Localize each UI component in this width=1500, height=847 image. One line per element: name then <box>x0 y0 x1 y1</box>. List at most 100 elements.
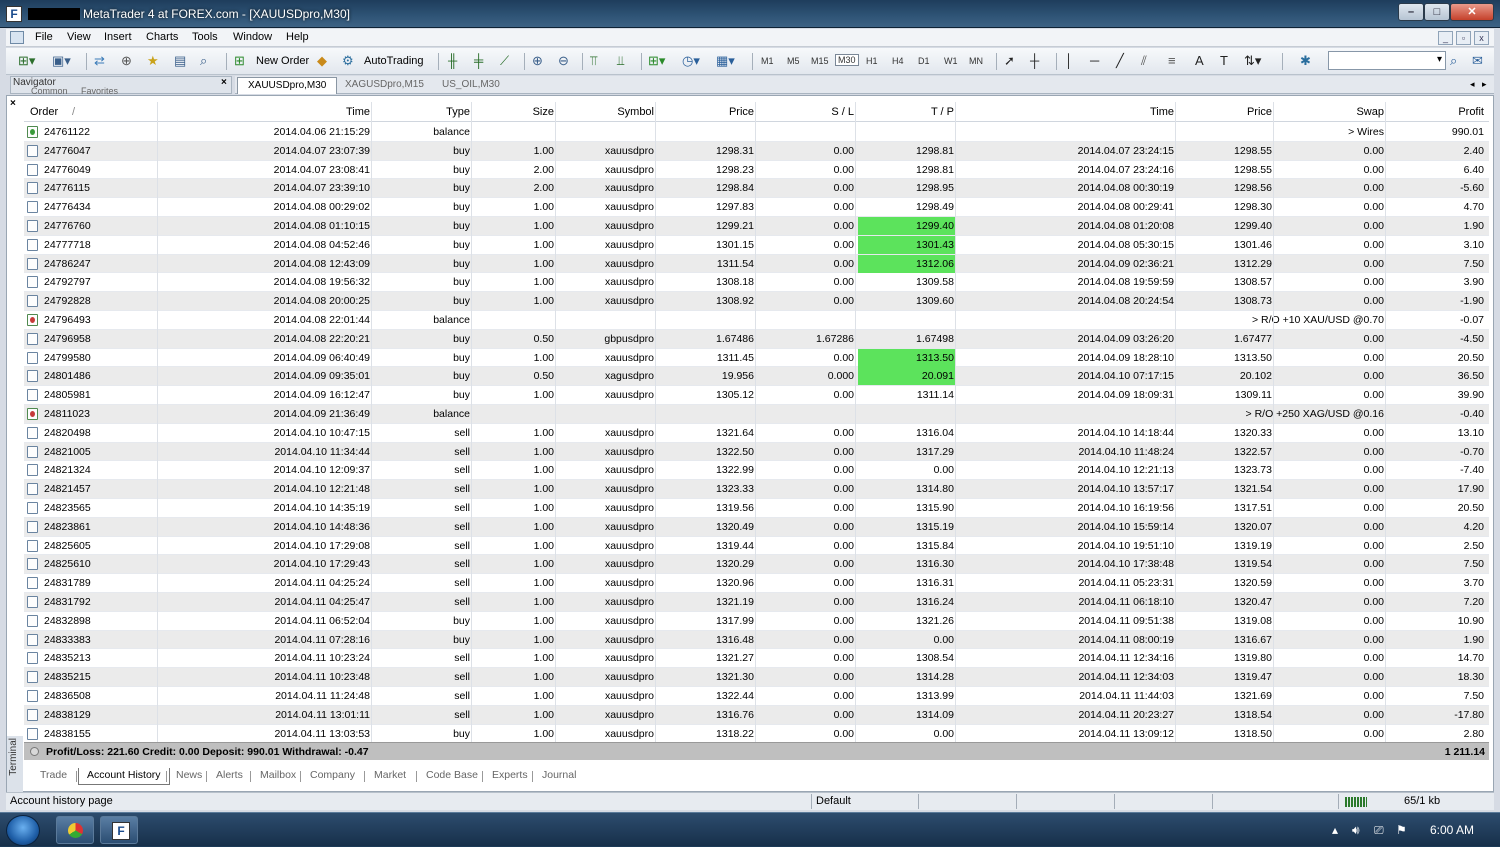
terminal-close-icon[interactable]: × <box>10 98 16 109</box>
minimize-button[interactable]: – <box>1398 3 1424 21</box>
timeframe-h4[interactable]: H4 <box>892 56 904 66</box>
table-row[interactable]: 24801486 2014.04.09 09:35:01 buy 0.50 xagusd… <box>24 367 1489 387</box>
table-row[interactable]: 24832898 2014.04.11 06:52:04 buy 1.00 xauusd… <box>24 612 1489 631</box>
strategy-tester-icon[interactable]: ⌕ <box>200 54 207 68</box>
menu-insert[interactable]: Insert <box>104 31 132 43</box>
menu-window[interactable]: Window <box>233 31 272 43</box>
col-order[interactable]: Order <box>30 106 58 118</box>
table-row[interactable]: 24825605 2014.04.10 17:29:08 sell 1.00 xauus… <box>24 537 1489 556</box>
table-row[interactable]: 24805981 2014.04.09 16:12:47 buy 1.00 xauusd… <box>24 386 1489 405</box>
chart-tab-us-oil-m30[interactable]: US_OIL,M30 <box>432 77 510 94</box>
close-button[interactable]: ✕ <box>1450 3 1494 21</box>
timeframe-m30[interactable]: M30 <box>835 54 859 66</box>
timeframe-m5[interactable]: M5 <box>787 56 800 66</box>
autotrading-button[interactable]: AutoTrading <box>364 55 424 67</box>
indicators-icon[interactable]: ⊞▾ <box>648 54 665 68</box>
col-close-price[interactable]: Price <box>1178 106 1272 118</box>
search-input[interactable]: ▾ <box>1328 51 1446 70</box>
autotrading-icon[interactable]: ⚙ <box>342 54 354 68</box>
market-watch-icon[interactable]: ⇄ <box>94 54 105 68</box>
col-symbol[interactable]: Symbol <box>558 106 654 118</box>
table-row[interactable]: 24838129 2014.04.11 13:01:11 sell 1.00 xauus… <box>24 705 1489 725</box>
chart-shift-icon[interactable]: ⫫ <box>617 54 624 68</box>
horizontal-line-icon[interactable]: ─ <box>1090 54 1099 68</box>
tray-expand-icon[interactable]: ▴ <box>1332 823 1338 837</box>
terminal-tab-experts[interactable]: Experts <box>484 768 536 785</box>
clock[interactable]: 6:00 AM <box>1430 823 1474 837</box>
zoom-in-icon[interactable]: ⊕ <box>532 54 543 68</box>
mdi-minimize-button[interactable]: _ <box>1438 31 1453 45</box>
terminal-tab-mailbox[interactable]: Mailbox <box>252 768 304 785</box>
cursor-icon[interactable]: ➚ <box>1004 54 1015 68</box>
menu-tools[interactable]: Tools <box>192 31 218 43</box>
metatrader-taskbar-icon[interactable] <box>100 816 138 844</box>
table-row[interactable]: 24838155 2014.04.11 13:03:53 buy 1.00 xauusd… <box>24 725 1489 744</box>
table-row[interactable]: 24833383 2014.04.11 07:28:16 buy 1.00 xauusd… <box>24 630 1489 650</box>
table-row[interactable]: 24811023 2014.04.09 21:36:49 balance -0.40 >… <box>24 405 1489 424</box>
table-row[interactable]: 24796493 2014.04.08 22:01:44 balance -0.07 >… <box>24 311 1489 330</box>
title-bar[interactable]: F MetaTrader 4 at FOREX.com - [XAUUSDpro… <box>0 0 1500 28</box>
terminal-tab-account-history[interactable]: Account History <box>78 768 170 785</box>
arrows-icon[interactable]: ⇅▾ <box>1244 54 1261 68</box>
terminal-icon[interactable]: ▤ <box>174 54 186 68</box>
table-row[interactable]: 24821457 2014.04.10 12:21:48 sell 1.00 xauus… <box>24 480 1489 499</box>
table-row[interactable]: 24825610 2014.04.10 17:29:43 sell 1.00 xauus… <box>24 555 1489 575</box>
volume-icon[interactable]: 🔊︎ <box>1352 823 1360 838</box>
table-row[interactable]: 24776434 2014.04.08 00:29:02 buy 1.00 xauusd… <box>24 198 1489 217</box>
chrome-taskbar-icon[interactable] <box>56 816 94 844</box>
menu-view[interactable]: View <box>67 31 91 43</box>
bar-chart-icon[interactable]: ╫ <box>448 54 457 68</box>
equidistant-channel-icon[interactable]: ⫽ <box>1141 54 1147 68</box>
navigator-close-icon[interactable]: × <box>221 77 227 88</box>
navigator-icon[interactable]: ★ <box>147 54 159 68</box>
menu-charts[interactable]: Charts <box>146 31 178 43</box>
table-row[interactable]: 24835215 2014.04.11 10:23:48 sell 1.00 xauus… <box>24 668 1489 687</box>
table-row[interactable]: 24761122 2014.04.06 21:15:29 balance 990.01… <box>24 123 1489 142</box>
terminal-tab-news[interactable]: News <box>168 768 210 785</box>
crosshair-icon[interactable]: ┼ <box>1030 54 1039 68</box>
maximize-button[interactable]: □ <box>1424 3 1450 21</box>
text-label-icon[interactable]: T <box>1220 54 1228 68</box>
table-row[interactable]: 24786247 2014.04.08 12:43:09 buy 1.00 xauusd… <box>24 254 1489 274</box>
table-row[interactable]: 24776115 2014.04.07 23:39:10 buy 2.00 xauusd… <box>24 179 1489 199</box>
action-center-flag-icon[interactable]: ⚑ <box>1396 823 1407 837</box>
scroll-left-icon[interactable]: ◂ <box>1470 79 1475 90</box>
col-price[interactable]: Price <box>658 106 754 118</box>
data-window-icon[interactable]: ⊕ <box>121 54 132 68</box>
table-row[interactable]: 24831789 2014.04.11 04:25:24 sell 1.00 xauus… <box>24 574 1489 593</box>
fibonacci-icon[interactable]: ≡ <box>1168 54 1176 68</box>
new-order-button[interactable]: New Order <box>256 55 309 67</box>
terminal-tab-market[interactable]: Market <box>366 768 414 785</box>
table-row[interactable]: 24792797 2014.04.08 19:56:32 buy 1.00 xauusd… <box>24 273 1489 293</box>
table-row[interactable]: 24777718 2014.04.08 04:52:46 buy 1.00 xauusd… <box>24 235 1489 255</box>
meta-editor-icon[interactable]: ◆ <box>317 54 327 68</box>
chat-icon[interactable]: ✉ <box>1472 54 1483 68</box>
menu-help[interactable]: Help <box>286 31 309 43</box>
col-tp[interactable]: T / P <box>858 106 954 118</box>
profile-name[interactable]: Default <box>816 795 851 807</box>
table-row[interactable]: 24776760 2014.04.08 01:10:15 buy 1.00 xauusd… <box>24 217 1489 236</box>
table-row[interactable]: 24776047 2014.04.07 23:07:39 buy 1.00 xauusd… <box>24 141 1489 161</box>
table-row[interactable]: 24792828 2014.04.08 20:00:25 buy 1.00 xauusd… <box>24 292 1489 311</box>
new-chart-icon[interactable]: ⊞▾ <box>18 54 35 68</box>
terminal-tab-company[interactable]: Company <box>302 768 363 785</box>
templates-icon[interactable]: ▦▾ <box>716 54 735 68</box>
line-chart-icon[interactable]: ⟋ <box>500 54 509 68</box>
timeframe-d1[interactable]: D1 <box>918 56 930 66</box>
mdi-close-button[interactable]: x <box>1474 31 1489 45</box>
timeframe-w1[interactable]: W1 <box>944 56 958 66</box>
col-size[interactable]: Size <box>474 106 554 118</box>
timeframe-mn[interactable]: MN <box>969 56 983 66</box>
col-swap[interactable]: Swap <box>1276 106 1384 118</box>
settings-icon[interactable]: ✱ <box>1300 54 1311 68</box>
col-close-time[interactable]: Time <box>958 106 1174 118</box>
mdi-restore-button[interactable]: ▫ <box>1456 31 1471 45</box>
timeframe-m1[interactable]: M1 <box>761 56 774 66</box>
table-row[interactable]: 24776049 2014.04.07 23:08:41 buy 2.00 xauusd… <box>24 161 1489 180</box>
table-row[interactable]: 24796958 2014.04.08 22:20:21 buy 0.50 gbpusd… <box>24 329 1489 349</box>
terminal-tab-code-base[interactable]: Code Base <box>418 768 486 785</box>
col-type[interactable]: Type <box>374 106 470 118</box>
col-profit[interactable]: Profit <box>1388 106 1484 118</box>
table-row[interactable]: 24821005 2014.04.10 11:34:44 sell 1.00 xauus… <box>24 442 1489 462</box>
table-row[interactable]: 24823861 2014.04.10 14:48:36 sell 1.00 xauus… <box>24 517 1489 537</box>
